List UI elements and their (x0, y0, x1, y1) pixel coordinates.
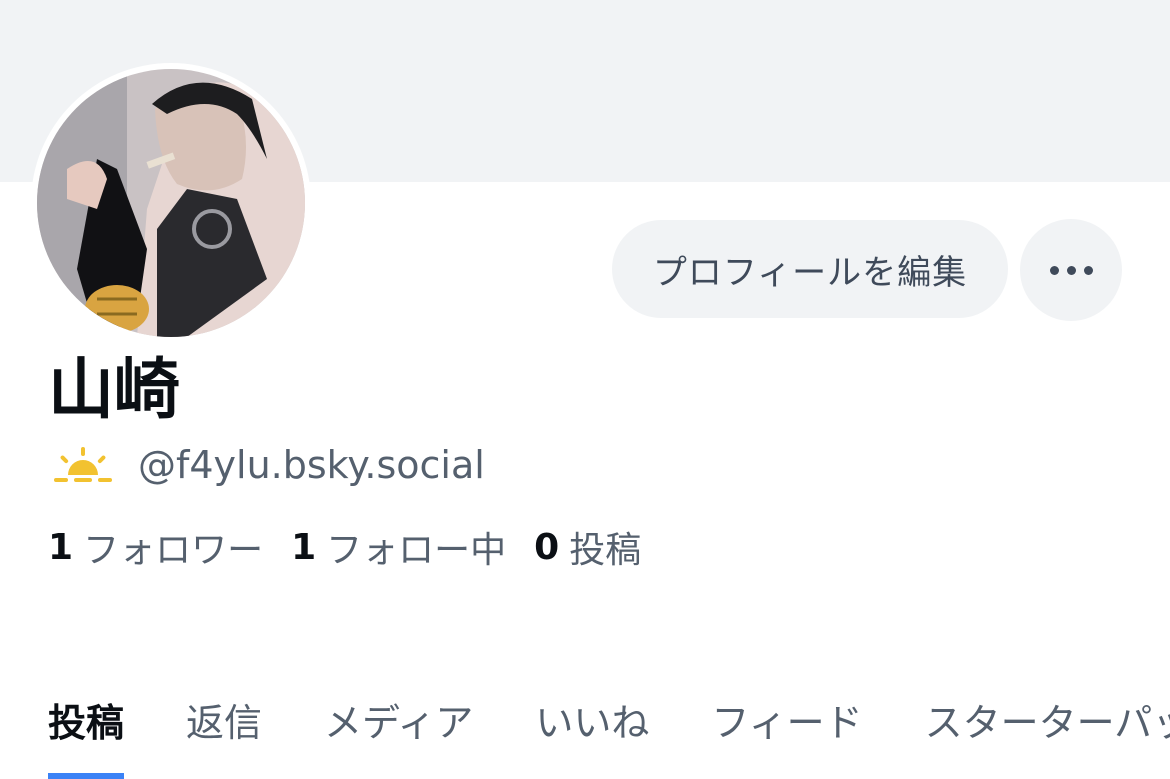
tab-replies[interactable]: 返信 (186, 680, 262, 779)
posts-count: 0 (534, 526, 560, 568)
user-handle[interactable]: @f4ylu.bsky.social (138, 443, 485, 487)
followers-count: 1 (48, 526, 74, 568)
avatar[interactable] (31, 63, 311, 343)
ellipsis-icon (1046, 265, 1097, 275)
tab-media-label: メディア (324, 701, 474, 745)
more-options-button[interactable] (1020, 219, 1122, 321)
avatar-illustration (37, 69, 305, 337)
posts-label: 投稿 (569, 530, 642, 571)
tab-likes[interactable]: いいね (535, 680, 649, 779)
handle-row: @f4ylu.bsky.social (50, 440, 485, 490)
following-label: フォロー中 (326, 530, 507, 571)
posts-stat: 0 投稿 (534, 521, 641, 573)
tab-posts[interactable]: 投稿 (48, 680, 125, 779)
profile-tabs: 投稿 返信 メディア いいね フィード スターターパック (0, 680, 1170, 779)
followers-stat[interactable]: 1 フォロワー (48, 521, 263, 573)
display-name: 山崎 (48, 351, 180, 428)
tab-posts-label: 投稿 (48, 701, 125, 745)
followers-label: フォロワー (83, 530, 264, 571)
profile-page: プロフィールを編集 山崎 @f4ylu.bsky.social 1 フォロワー … (0, 0, 1170, 779)
tab-feeds-label: フィード (711, 701, 863, 745)
edit-profile-button[interactable]: プロフィールを編集 (612, 220, 1008, 318)
following-stat[interactable]: 1 フォロー中 (291, 521, 506, 573)
profile-stats: 1 フォロワー 1 フォロー中 0 投稿 (48, 522, 669, 572)
sunrise-icon (54, 447, 112, 482)
tab-starter-packs[interactable]: スターターパック (925, 680, 1170, 779)
following-count: 1 (291, 526, 317, 568)
tab-likes-label: いいね (535, 701, 650, 745)
tab-media[interactable]: メディア (324, 680, 473, 779)
active-tab-indicator (48, 773, 125, 779)
tab-starter-packs-label: スターターパック (924, 701, 1170, 745)
tab-feeds[interactable]: フィード (711, 680, 862, 779)
tab-replies-label: 返信 (186, 701, 263, 745)
